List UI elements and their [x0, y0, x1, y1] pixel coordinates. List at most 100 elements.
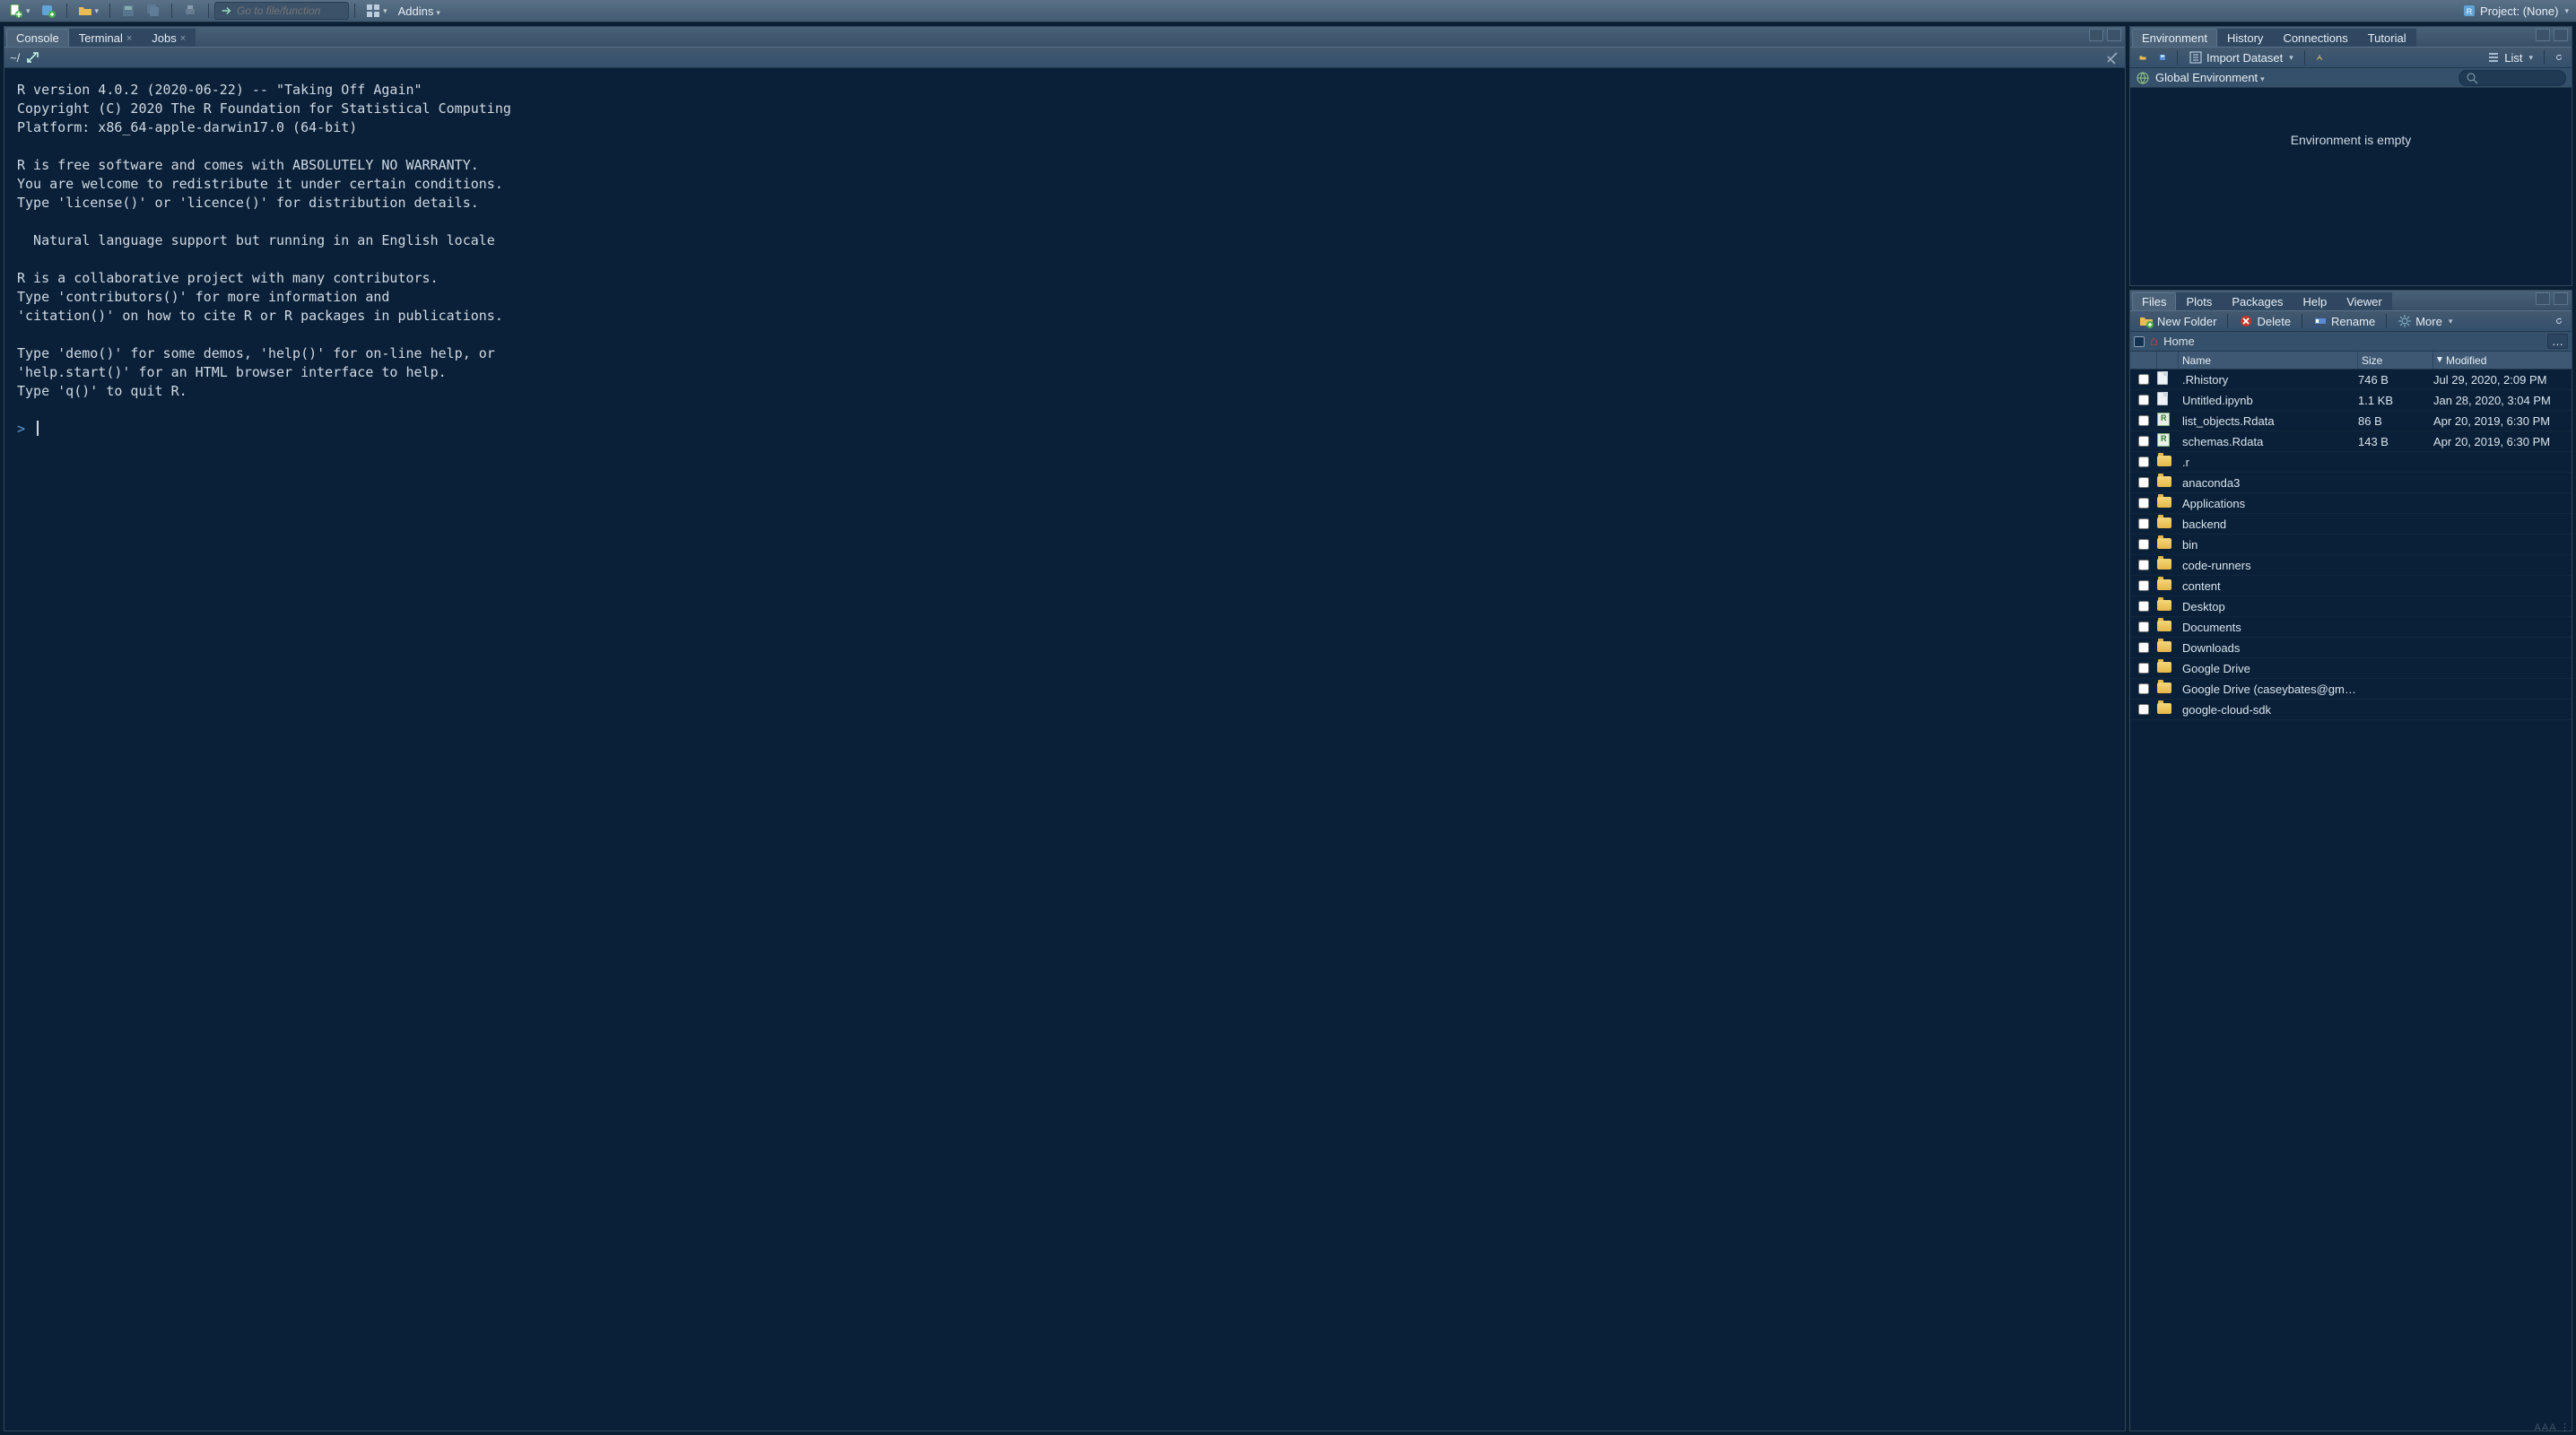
project-menu[interactable]: R Project: (None) ▾ — [2459, 4, 2572, 18]
file-row[interactable]: .Rhistory746 BJul 29, 2020, 2:09 PM — [2130, 370, 2572, 390]
print-button[interactable] — [179, 2, 201, 20]
file-name[interactable]: Google Drive (caseybates@gmai... — [2179, 683, 2358, 696]
env-scope-select[interactable]: Global Environment▾ — [2155, 71, 2265, 84]
close-icon[interactable]: × — [126, 33, 132, 44]
row-checkbox[interactable] — [2138, 642, 2149, 653]
save-workspace-button[interactable] — [2155, 50, 2170, 65]
new-project-button[interactable] — [38, 2, 59, 20]
file-row[interactable]: bin — [2130, 535, 2572, 555]
tab-environment[interactable]: Environment — [2132, 29, 2217, 47]
file-row[interactable]: google-cloud-sdk — [2130, 700, 2572, 720]
tab-connections[interactable]: Connections — [2273, 29, 2357, 47]
tab-plots[interactable]: Plots — [2176, 292, 2222, 310]
file-row[interactable]: code-runners — [2130, 555, 2572, 576]
view-mode-button[interactable]: List▾ — [2483, 50, 2537, 65]
row-checkbox[interactable] — [2138, 704, 2149, 715]
file-row[interactable]: backend — [2130, 514, 2572, 535]
row-checkbox[interactable] — [2138, 436, 2149, 447]
open-file-button[interactable]: ▾ — [74, 2, 103, 20]
file-row[interactable]: content — [2130, 576, 2572, 596]
tools-grid-button[interactable]: ▾ — [362, 2, 391, 20]
file-row[interactable]: anaconda3 — [2130, 473, 2572, 493]
more-button[interactable]: More▾ — [2394, 314, 2456, 328]
close-icon[interactable]: × — [180, 33, 186, 44]
refresh-files-button[interactable] — [2552, 314, 2566, 328]
maximize-pane-button[interactable] — [2554, 292, 2568, 305]
file-name[interactable]: bin — [2179, 538, 2358, 552]
file-name[interactable]: Google Drive — [2179, 662, 2358, 675]
col-size[interactable]: Size — [2358, 352, 2433, 369]
file-row[interactable]: Google Drive (caseybates@gmai... — [2130, 679, 2572, 700]
file-name[interactable]: Downloads — [2179, 641, 2358, 655]
import-dataset-button[interactable]: Import Dataset▾ — [2185, 50, 2297, 65]
tab-jobs[interactable]: Jobs× — [142, 29, 196, 47]
file-name[interactable]: anaconda3 — [2179, 476, 2358, 490]
file-name[interactable]: list_objects.Rdata — [2179, 414, 2358, 428]
row-checkbox[interactable] — [2138, 539, 2149, 550]
goto-input[interactable] — [237, 4, 343, 17]
file-row[interactable]: Downloads — [2130, 638, 2572, 658]
new-folder-button[interactable]: New Folder — [2136, 314, 2220, 328]
file-row[interactable]: list_objects.Rdata86 BApr 20, 2019, 6:30… — [2130, 411, 2572, 431]
load-workspace-button[interactable] — [2136, 50, 2150, 65]
working-dir[interactable]: ~/ — [10, 51, 20, 65]
file-name[interactable]: google-cloud-sdk — [2179, 703, 2358, 717]
home-icon[interactable]: ⌂ — [2150, 334, 2158, 349]
path-more-button[interactable]: … — [2547, 334, 2568, 349]
tab-packages[interactable]: Packages — [2222, 292, 2293, 310]
row-checkbox[interactable] — [2138, 622, 2149, 632]
console-output[interactable]: R version 4.0.2 (2020-06-22) -- "Taking … — [4, 68, 2125, 1431]
breadcrumb-home[interactable]: Home — [2163, 335, 2195, 348]
row-checkbox[interactable] — [2138, 477, 2149, 488]
row-checkbox[interactable] — [2138, 683, 2149, 694]
file-name[interactable]: Untitled.ipynb — [2179, 394, 2358, 407]
file-row[interactable]: Documents — [2130, 617, 2572, 638]
files-list[interactable]: .Rhistory746 BJul 29, 2020, 2:09 PM Untit… — [2130, 370, 2572, 1431]
row-checkbox[interactable] — [2138, 498, 2149, 509]
file-row[interactable]: Google Drive — [2130, 658, 2572, 679]
file-row[interactable]: Desktop — [2130, 596, 2572, 617]
file-row[interactable]: schemas.Rdata143 BApr 20, 2019, 6:30 PM — [2130, 431, 2572, 452]
new-file-button[interactable]: ▾ — [5, 2, 34, 20]
col-name[interactable]: Name — [2179, 352, 2358, 369]
file-name[interactable]: code-runners — [2179, 559, 2358, 572]
row-checkbox[interactable] — [2138, 395, 2149, 405]
maximize-pane-button[interactable] — [2107, 29, 2121, 41]
maximize-pane-button[interactable] — [2554, 29, 2568, 41]
tab-terminal[interactable]: Terminal× — [69, 29, 143, 47]
clear-env-button[interactable] — [2312, 50, 2327, 65]
minimize-pane-button[interactable] — [2089, 29, 2103, 41]
minimize-pane-button[interactable] — [2536, 292, 2550, 305]
save-button[interactable] — [117, 2, 139, 20]
col-modified[interactable]: ▴Modified — [2433, 352, 2572, 369]
file-row[interactable]: .r — [2130, 452, 2572, 473]
row-checkbox[interactable] — [2138, 580, 2149, 591]
popout-icon[interactable] — [25, 50, 39, 65]
tab-console[interactable]: Console — [6, 29, 69, 47]
delete-button[interactable]: Delete — [2235, 314, 2294, 328]
select-all-checkbox[interactable] — [2134, 336, 2145, 347]
refresh-button[interactable] — [2552, 50, 2566, 65]
tab-viewer[interactable]: Viewer — [2337, 292, 2392, 310]
addins-menu[interactable]: Addins▾ — [393, 4, 446, 18]
file-name[interactable]: Desktop — [2179, 600, 2358, 613]
row-checkbox[interactable] — [2138, 415, 2149, 426]
save-all-button[interactable] — [143, 2, 164, 20]
file-row[interactable]: Applications — [2130, 493, 2572, 514]
tab-files[interactable]: Files — [2132, 292, 2176, 310]
file-name[interactable]: .r — [2179, 456, 2358, 469]
file-name[interactable]: content — [2179, 579, 2358, 593]
rename-button[interactable]: Rename — [2310, 314, 2379, 328]
env-search[interactable] — [2459, 70, 2566, 86]
file-name[interactable]: Applications — [2179, 497, 2358, 510]
file-name[interactable]: schemas.Rdata — [2179, 435, 2358, 448]
row-checkbox[interactable] — [2138, 457, 2149, 467]
row-checkbox[interactable] — [2138, 518, 2149, 529]
file-name[interactable]: .Rhistory — [2179, 373, 2358, 387]
clear-console-icon[interactable] — [2105, 50, 2119, 65]
row-checkbox[interactable] — [2138, 663, 2149, 674]
row-checkbox[interactable] — [2138, 560, 2149, 570]
tab-history[interactable]: History — [2217, 29, 2273, 47]
file-name[interactable]: backend — [2179, 517, 2358, 531]
minimize-pane-button[interactable] — [2536, 29, 2550, 41]
